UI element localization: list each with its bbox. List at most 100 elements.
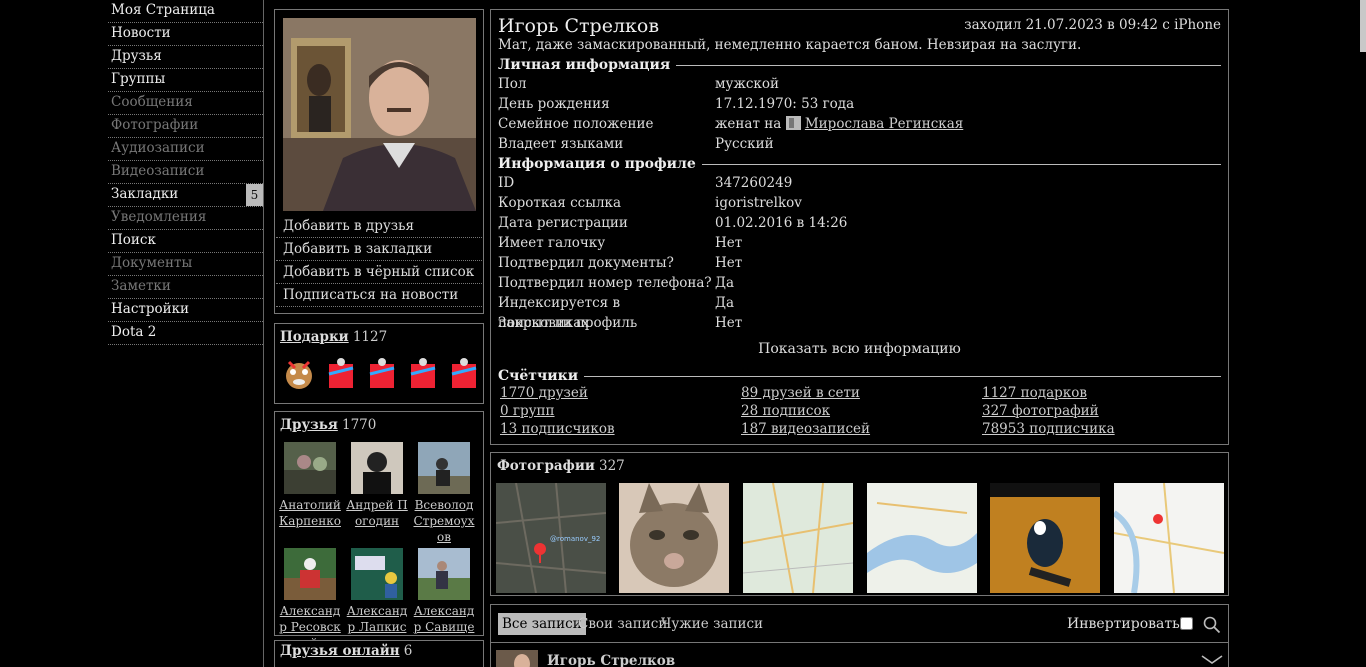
gift-icon[interactable] xyxy=(405,354,441,392)
gift-icon[interactable] xyxy=(364,354,400,392)
counter-photos[interactable]: 327 фотографий xyxy=(982,402,1099,420)
invert-checkbox[interactable] xyxy=(1180,617,1193,630)
counter-friends[interactable]: 1770 друзей xyxy=(500,384,588,402)
gifts-title[interactable]: Подарки xyxy=(280,329,349,345)
row-value: igoristrelkov xyxy=(715,195,802,211)
tab-others-posts[interactable]: Чужие записи xyxy=(657,613,767,635)
friends-online-count: 6 xyxy=(403,643,413,659)
add-friend-action[interactable]: Добавить в друзья xyxy=(276,215,482,238)
friend-avatar[interactable] xyxy=(284,548,336,600)
wall-divider xyxy=(491,642,1228,643)
friend-card[interactable]: Анатолий Карпенко xyxy=(278,442,342,529)
friend-avatar[interactable] xyxy=(418,442,470,494)
friend-avatar[interactable] xyxy=(351,442,403,494)
nav-label: Фотографии xyxy=(111,117,199,133)
counter-friends-online[interactable]: 89 друзей в сети xyxy=(741,384,860,402)
nav-item-video[interactable]: Видеозаписи xyxy=(108,161,263,184)
post-author-name[interactable]: Игорь Стрелков xyxy=(547,653,675,667)
nav-item-notes[interactable]: Заметки xyxy=(108,276,263,299)
profile-info-heading: Информация о профиле xyxy=(498,154,1221,174)
nav-item-search[interactable]: Поиск xyxy=(108,230,263,253)
nav-item-news[interactable]: Новости xyxy=(108,23,263,46)
row-label: Закрыт ли профиль xyxy=(498,315,638,331)
nav-label: Сообщения xyxy=(111,94,193,110)
nav-item-friends[interactable]: Друзья xyxy=(108,46,263,69)
counter-videos[interactable]: 187 видеозаписей xyxy=(741,420,870,438)
search-icon[interactable] xyxy=(1203,616,1221,634)
row-value: Нет xyxy=(715,235,743,251)
avatar[interactable] xyxy=(283,18,476,211)
friend-name[interactable]: Александр Лапкис xyxy=(345,603,409,635)
gift-icon[interactable] xyxy=(323,354,359,392)
nav-label: Настройки xyxy=(111,301,190,317)
row-label: Дата регистрации xyxy=(498,215,628,231)
counter-subscribers[interactable]: 13 подписчиков xyxy=(500,420,615,438)
add-blacklist-action[interactable]: Добавить в чёрный список xyxy=(276,261,482,284)
nav-item-notifications[interactable]: Уведомления xyxy=(108,207,263,230)
add-bookmark-action[interactable]: Добавить в закладки xyxy=(276,238,482,261)
last-seen: заходил 21.07.2023 в 09:42 с iPhone xyxy=(964,17,1221,33)
gift-icon[interactable] xyxy=(446,354,482,392)
nav-item-groups[interactable]: Группы xyxy=(108,69,263,92)
nav-item-documents[interactable]: Документы xyxy=(108,253,263,276)
spouse-link[interactable]: Мирослава Регинская xyxy=(805,116,963,132)
friends-title[interactable]: Друзья xyxy=(280,417,338,433)
section-title: Личная информация xyxy=(498,57,671,73)
row-label: Подтвердил документы? xyxy=(498,255,674,271)
friend-card[interactable]: Александр Савищенко xyxy=(412,548,476,651)
nav-item-dota2[interactable]: Dota 2 xyxy=(108,322,263,345)
photo-thumb[interactable]: @romanov_92 xyxy=(496,483,606,593)
counter-groups[interactable]: 0 групп xyxy=(500,402,555,420)
row-label: Пол xyxy=(498,76,527,92)
photos-panel: Фотографии 327 @romanov_92 xyxy=(490,452,1229,596)
nav-item-settings[interactable]: Настройки xyxy=(108,299,263,322)
row-value: мужской xyxy=(715,76,779,92)
nav-label: Новости xyxy=(111,25,171,41)
photo-thumb[interactable] xyxy=(867,483,977,593)
friends-online-panel: Друзья онлайн 6 xyxy=(274,640,484,667)
photo-thumb[interactable] xyxy=(743,483,853,593)
friend-name[interactable]: Андрей Погодин xyxy=(345,497,409,529)
friend-card[interactable]: Александр Лапкис xyxy=(345,548,409,635)
nav-label: Закладки xyxy=(111,186,179,202)
subscribe-action[interactable]: Подписаться на новости xyxy=(276,284,482,307)
nav-item-photos[interactable]: Фотографии xyxy=(108,115,263,138)
spouse-avatar-icon[interactable] xyxy=(785,116,801,130)
nav-label: Друзья xyxy=(111,48,162,64)
friend-card[interactable]: Всеволод Стремоухов xyxy=(412,442,476,545)
chevron-down-icon[interactable] xyxy=(1201,655,1223,665)
counter-gifts[interactable]: 1127 подарков xyxy=(982,384,1087,402)
nav-item-bookmarks[interactable]: Закладки 5 xyxy=(108,184,263,207)
nav-item-messages[interactable]: Сообщения xyxy=(108,92,263,115)
row-value: женат на Мирослава Регинская xyxy=(715,114,963,134)
nav-divider xyxy=(263,0,264,667)
row-value: 347260249 xyxy=(715,175,793,191)
photo-thumb[interactable] xyxy=(1114,483,1224,593)
photos-title[interactable]: Фотографии xyxy=(497,458,595,474)
friend-card[interactable]: Александр Ресовский xyxy=(278,548,342,651)
gift-icon[interactable] xyxy=(281,354,317,392)
friend-avatar[interactable] xyxy=(351,548,403,600)
photo-tag: @romanov_92 xyxy=(550,535,600,543)
friend-card[interactable]: Андрей Погодин xyxy=(345,442,409,529)
scrollbar-thumb[interactable] xyxy=(1360,0,1366,52)
gifts-count: 1127 xyxy=(352,329,388,345)
photo-thumb[interactable] xyxy=(619,483,729,593)
friends-online-title[interactable]: Друзья онлайн xyxy=(280,643,400,659)
tab-all-posts[interactable]: Все записи xyxy=(498,613,586,635)
friend-name[interactable]: Анатолий Карпенко xyxy=(278,497,342,529)
show-all-info-button[interactable]: Показать всю информацию xyxy=(491,341,1228,357)
nav-item-my-page[interactable]: Моя Страница xyxy=(108,0,263,23)
photo-thumb[interactable] xyxy=(990,483,1100,593)
section-title: Счётчики xyxy=(498,368,579,384)
action-label: Добавить в чёрный список xyxy=(283,264,475,280)
friend-avatar[interactable] xyxy=(284,442,336,494)
friend-avatar[interactable] xyxy=(418,548,470,600)
post-author-avatar[interactable] xyxy=(496,650,538,667)
row-label: ID xyxy=(498,175,515,191)
counter-subscriptions[interactable]: 28 подписок xyxy=(741,402,830,420)
friend-name[interactable]: Всеволод Стремоухов xyxy=(412,497,476,545)
nav-item-audio[interactable]: Аудиозаписи xyxy=(108,138,263,161)
counter-followers[interactable]: 78953 подписчика xyxy=(982,420,1115,438)
profile-status: Мат, даже замаскированный, немедленно ка… xyxy=(498,37,1082,53)
